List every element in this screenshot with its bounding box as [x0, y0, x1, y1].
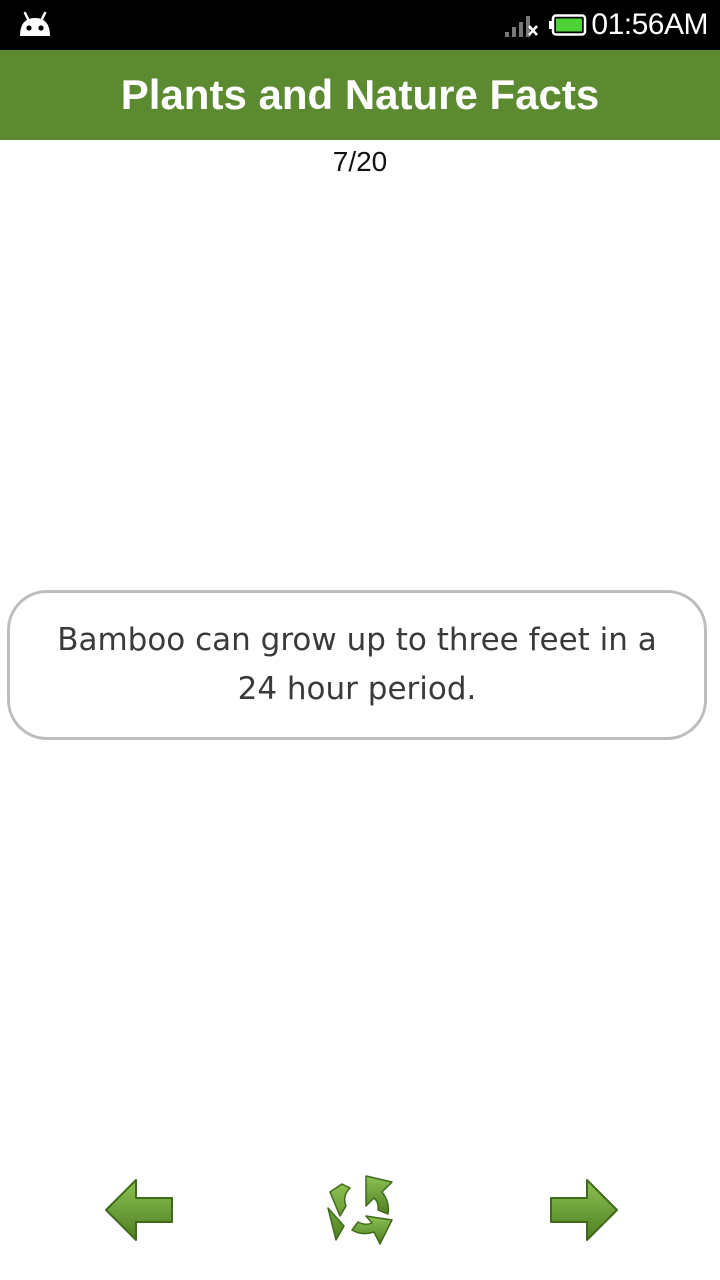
fact-counter: 7/20: [332, 146, 388, 177]
fact-card: Bamboo can grow up to three feet in a 24…: [7, 590, 707, 740]
previous-button[interactable]: [100, 1170, 180, 1250]
page-title: Plants and Nature Facts: [120, 71, 600, 118]
status-time: 01:56AM: [591, 8, 708, 41]
app-screen: 01:56AM Plants and Nature Facts 7/20 Bam…: [0, 0, 720, 1280]
battery-icon: [549, 14, 587, 36]
android-icon: [16, 10, 54, 40]
shuffle-icon: [327, 1175, 393, 1245]
status-bar: 01:56AM: [0, 0, 720, 50]
next-button[interactable]: [543, 1170, 623, 1250]
title-bar: Plants and Nature Facts: [0, 50, 720, 140]
status-indicators: 01:56AM: [505, 0, 708, 50]
arrow-right-icon: [550, 1179, 618, 1241]
shuffle-button[interactable]: [322, 1170, 402, 1250]
arrow-left-icon: [105, 1179, 173, 1241]
signal-icon: [505, 16, 539, 37]
fact-text: Bamboo can grow up to three feet in a 24…: [57, 622, 657, 707]
